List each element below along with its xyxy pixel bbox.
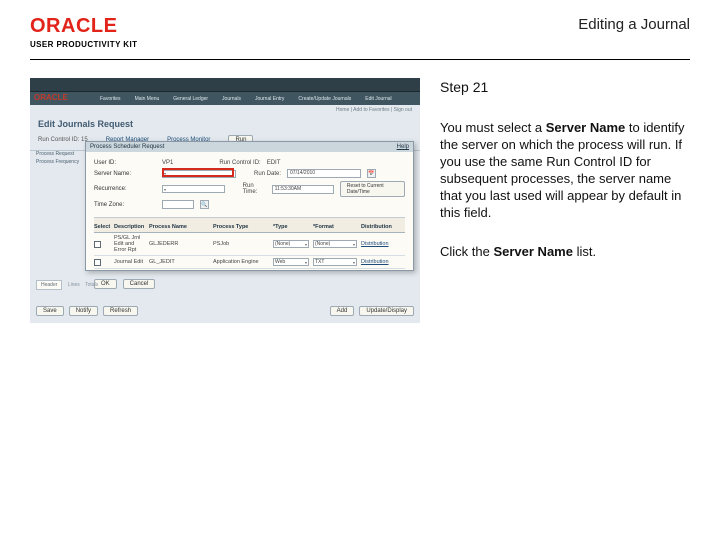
side-labels: Process Request Process Frequency (36, 150, 82, 166)
col-format: *Format (313, 224, 357, 230)
instruction-column: Step 21 You must select a Server Name to… (440, 78, 690, 323)
save-button[interactable]: Save (36, 306, 64, 316)
user-value: VP1 (162, 160, 173, 166)
server-name-select[interactable] (162, 170, 236, 178)
app-nav: Favorites Main Menu General Ledger Journ… (30, 92, 420, 105)
tab-totals[interactable]: Totals (85, 282, 98, 288)
nav-item[interactable]: Favorites (100, 96, 121, 102)
footer-toolbar: Save Notify Refresh Add Update/Display (36, 306, 414, 316)
user-label: User ID: (94, 160, 156, 166)
row-dist-link[interactable]: Distribution (361, 241, 405, 247)
screenshot-panel: ORACLE Favorites Main Menu General Ledge… (30, 78, 420, 323)
timezone-label: Time Zone: (94, 202, 156, 208)
step-label: Step 21 (440, 78, 690, 96)
row-type-select[interactable]: Web (273, 258, 309, 266)
page-title: Editing a Journal (578, 16, 690, 33)
col-procname: Process Name (149, 224, 209, 230)
nav-item[interactable]: Edit Journal (365, 96, 391, 102)
row-fmt-select[interactable]: TXT (313, 258, 357, 266)
refresh-button[interactable]: Refresh (103, 306, 138, 316)
nav-item[interactable]: Main Menu (135, 96, 160, 102)
row-ptype: Application Engine (213, 259, 269, 265)
nav-item[interactable]: Journals (222, 96, 241, 102)
run-time-input[interactable]: 11:53:30AM (272, 185, 334, 194)
help-link[interactable]: Help (397, 144, 409, 150)
col-desc: Description (114, 224, 145, 230)
row-dist-link[interactable]: Distribution (361, 259, 405, 265)
nav-item[interactable]: Journal Entry (255, 96, 284, 102)
tab-header[interactable]: Header (36, 280, 62, 290)
process-scheduler-modal: Process Scheduler Request Help User ID: … (85, 141, 414, 271)
row-desc: PS/GL Jrnl Edit and Error Rpt (114, 235, 145, 253)
side-label: Process Frequency (36, 158, 82, 166)
runctl-label: Run Control ID: (38, 137, 79, 143)
calendar-icon[interactable]: 📅 (367, 169, 376, 178)
col-proctype: Process Type (213, 224, 269, 230)
nav-item[interactable]: General Ledger (173, 96, 208, 102)
update-button[interactable]: Update/Display (359, 306, 414, 316)
app-page-title: Edit Journals Request (30, 113, 420, 132)
process-row: PS/GL Jrnl Edit and Error Rpt GLJEDERR P… (94, 233, 405, 256)
row-fmt-select[interactable]: (None) (313, 240, 357, 248)
process-list-header: Select Description Process Name Process … (94, 217, 405, 233)
notify-button[interactable]: Notify (69, 306, 98, 316)
col-type: *Type (273, 224, 309, 230)
row-name: GLJEDERR (149, 241, 209, 247)
server-name-label: Server Name: (94, 171, 156, 177)
recurrence-label: Recurrence: (94, 186, 156, 192)
run-date-label: Run Date: (254, 171, 281, 177)
lookup-icon[interactable]: 🔍 (200, 200, 209, 209)
logo-upk: USER PRODUCTIVITY KIT (30, 40, 137, 49)
run-date-input[interactable]: 07/14/2010 (287, 169, 361, 178)
header-divider (30, 59, 690, 60)
brand-logo: ORACLE USER PRODUCTIVITY KIT (30, 16, 137, 49)
modal-title: Process Scheduler Request (90, 144, 164, 150)
runctl-modal-label: Run Control ID: (219, 160, 260, 166)
row-ptype: PSJob (213, 241, 269, 247)
col-dist: Distribution (361, 224, 405, 230)
row-checkbox[interactable] (94, 259, 101, 266)
side-label: Process Request (36, 150, 82, 158)
instruction-action: Click the Server Name list. (440, 244, 690, 261)
row-desc: Journal Edit (114, 259, 145, 265)
runctl-modal-value: EDIT (267, 160, 281, 166)
breadcrumb-links[interactable]: Home | Add to Favorites | Sign out (30, 105, 420, 113)
app-titlebar (30, 78, 420, 92)
page-tabs: Header Lines Totals (36, 280, 146, 290)
timezone-input[interactable] (162, 200, 194, 209)
reset-time-button[interactable]: Reset to Current Date/Time (340, 181, 405, 197)
process-row: Journal Edit GL_JEDIT Application Engine… (94, 256, 405, 269)
row-type-select[interactable]: (None) (273, 240, 309, 248)
nav-item[interactable]: Create/Update Journals (298, 96, 351, 102)
app-brand: ORACLE (34, 93, 68, 102)
tab-lines[interactable]: Lines (68, 282, 80, 288)
run-time-label: Run Time: (243, 183, 266, 195)
recurrence-select[interactable] (162, 185, 225, 193)
add-button[interactable]: Add (330, 306, 355, 316)
row-checkbox[interactable] (94, 241, 101, 248)
col-select: Select (94, 224, 110, 230)
instruction-body: You must select a Server Name to identif… (440, 120, 690, 221)
row-name: GL_JEDIT (149, 259, 209, 265)
logo-oracle: ORACLE (30, 16, 137, 36)
